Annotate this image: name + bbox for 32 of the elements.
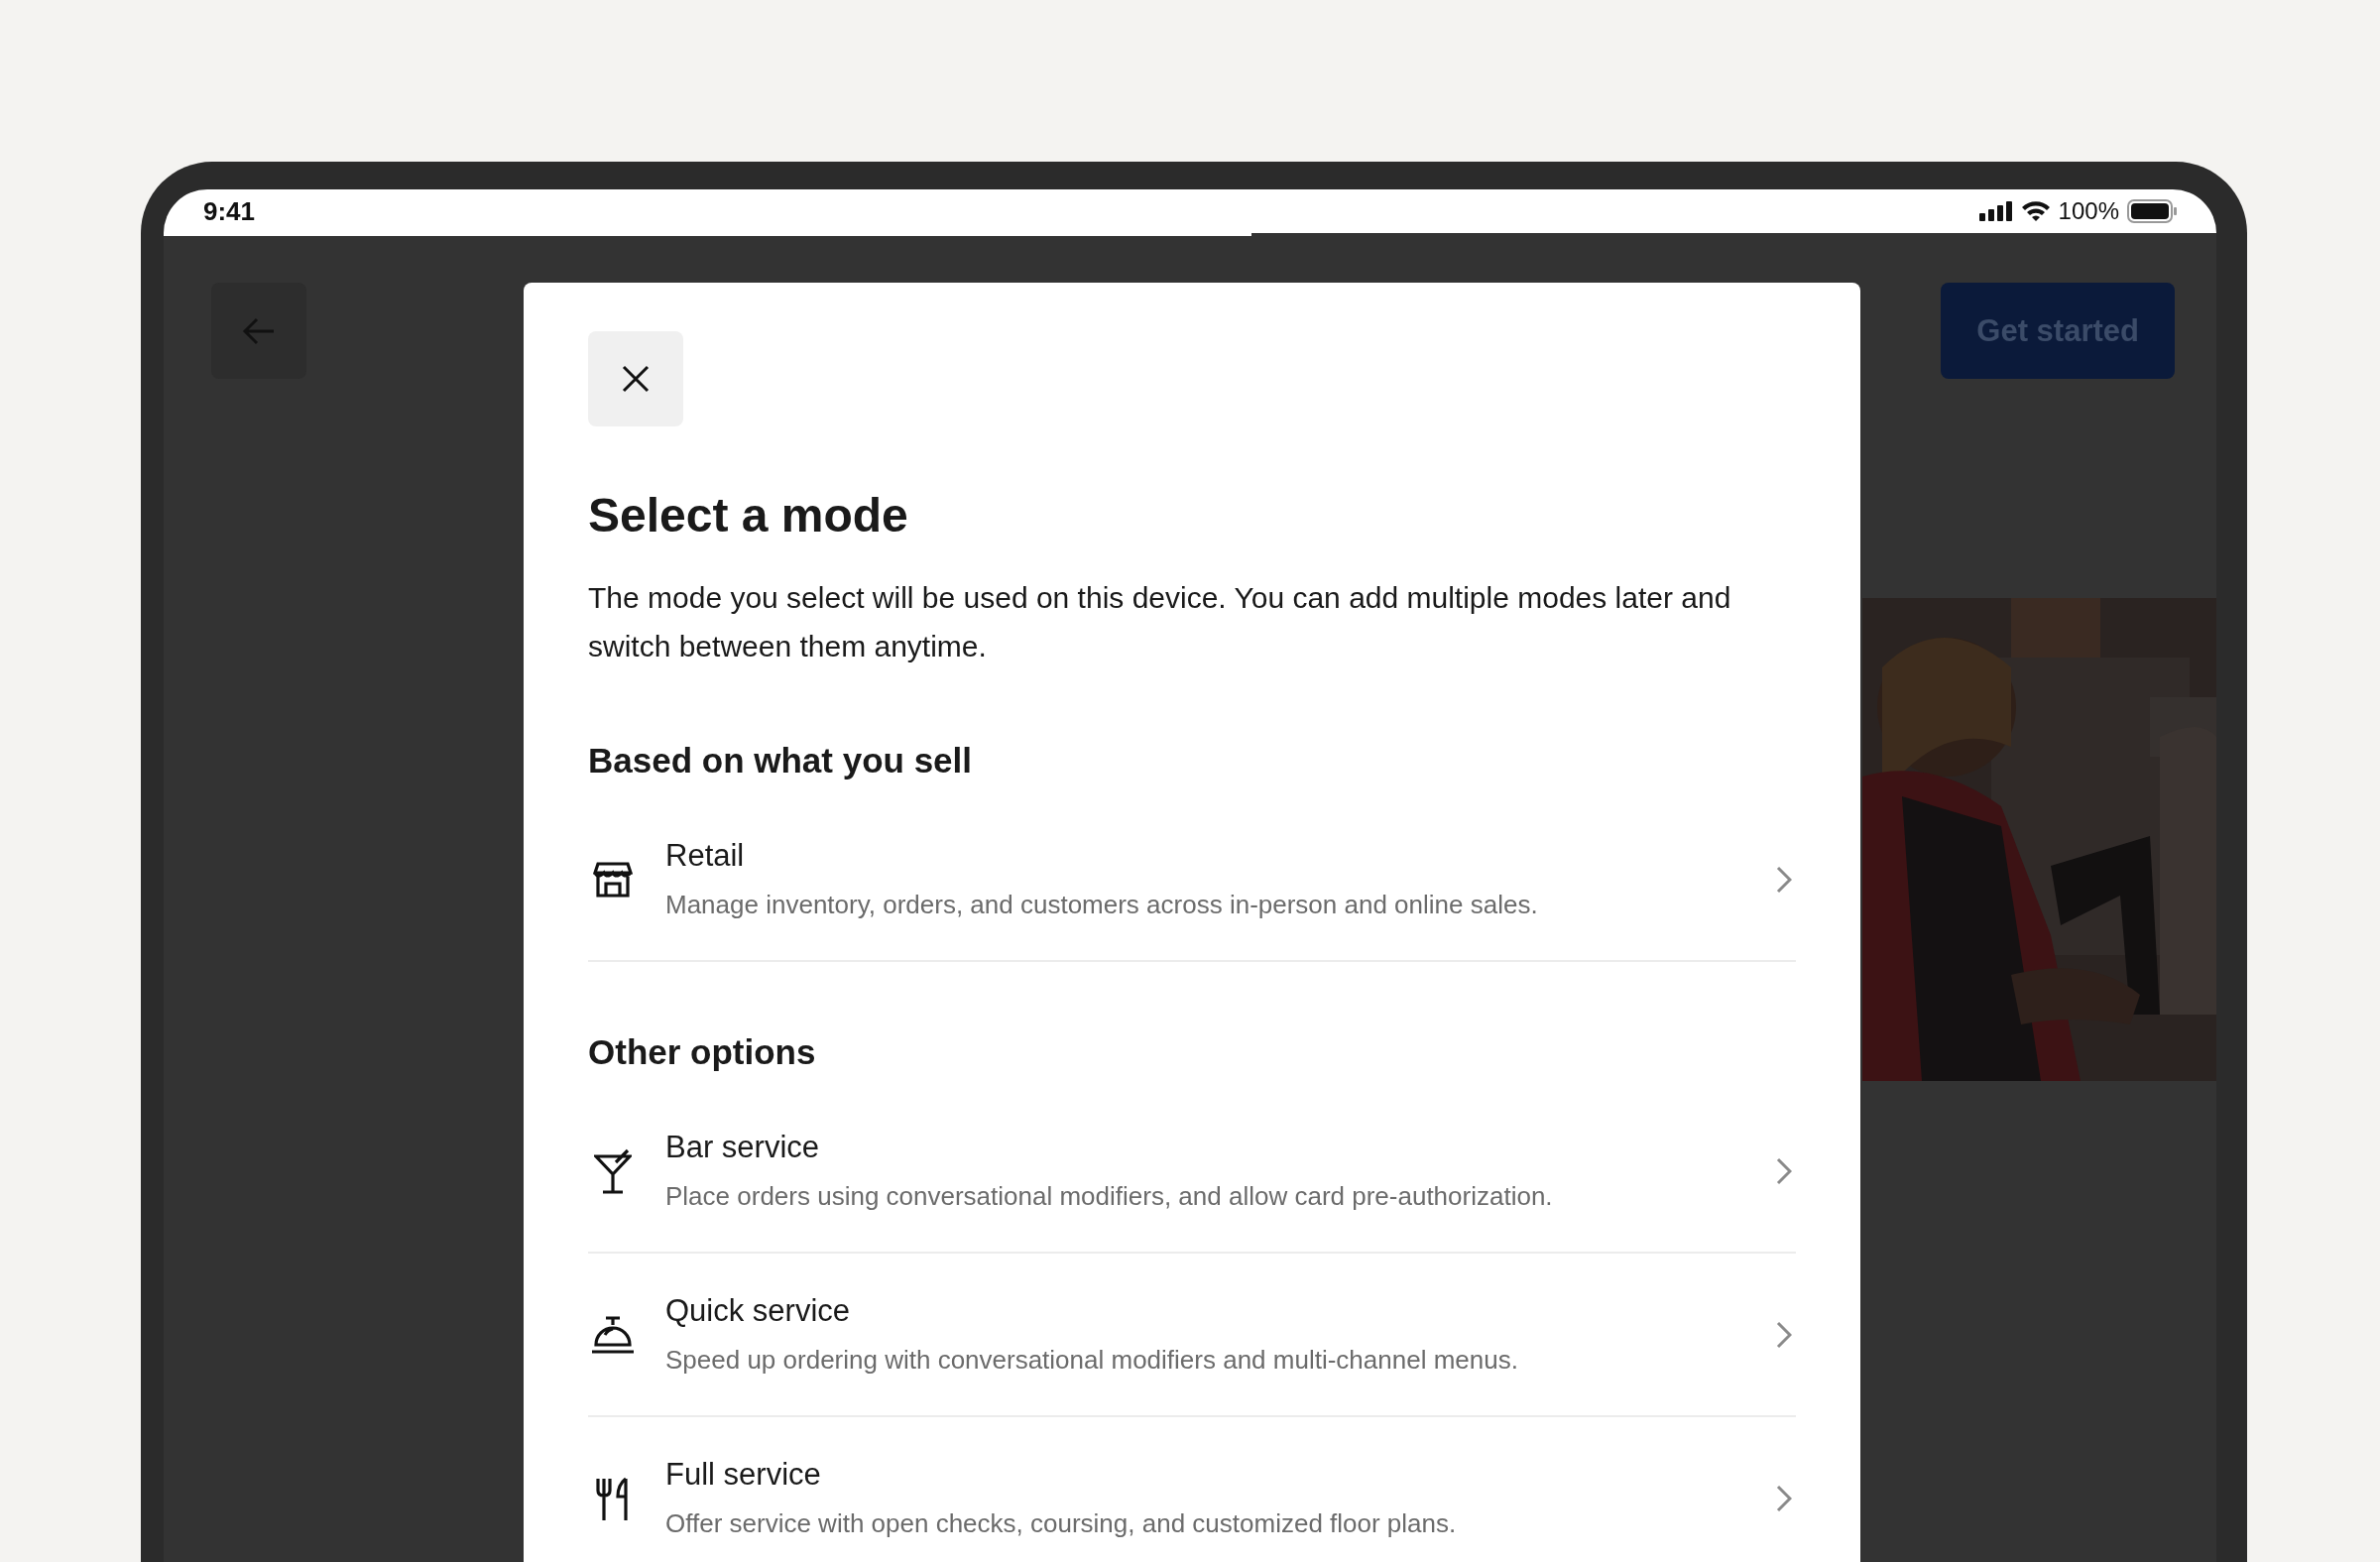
fork-knife-icon — [595, 1476, 631, 1520]
signal-icon — [1978, 201, 2013, 221]
option-title: Quick service — [665, 1291, 852, 1330]
cocktail-glass-icon — [594, 1147, 632, 1194]
option-description: Offer service with open checks, coursing, and customized floor plans. — [665, 1506, 1458, 1540]
storefront-icon — [593, 861, 633, 898]
wifi-icon — [2020, 200, 2051, 222]
status-time: 9:41 — [203, 195, 256, 227]
close-icon — [622, 365, 650, 393]
option-description: Manage inventory, orders, and customers across in-person and online sales. — [665, 888, 1539, 921]
back-arrow-icon — [242, 315, 276, 346]
chevron-right-icon — [1776, 1484, 1792, 1512]
dialog-title: Select a mode — [588, 488, 909, 543]
battery-icon — [2127, 199, 2177, 223]
battery-percent: 100% — [2058, 197, 2119, 225]
mode-option[interactable]: Bar service Place orders using conversational modifiers, and allow card pre-authorization. — [588, 1090, 1796, 1254]
mode-option[interactable]: Full service Offer service with open checks, coursing, and customized floor plans. — [588, 1417, 1796, 1562]
section-heading: Based on what you sell — [588, 740, 974, 781]
option-title: Bar service — [665, 1128, 821, 1166]
mode-option[interactable]: Quick service Speed up ordering with conversational modifiers and multi-channel menus. — [588, 1254, 1796, 1417]
dialog-description: The mode you select will be used on this device. You can add multiple modes later and switch between them anytime. — [588, 580, 1732, 664]
chevron-right-icon — [1776, 865, 1792, 894]
option-title: Retail — [665, 836, 746, 875]
option-description: Speed up ordering with conversational modifiers and multi-channel menus. — [665, 1343, 1519, 1377]
mode-option[interactable]: Retail Manage inventory, orders, and customers across in-person and online sales. — [588, 798, 1796, 962]
chevron-right-icon — [1776, 1320, 1792, 1349]
chevron-right-icon — [1776, 1156, 1792, 1185]
service-bell-icon — [591, 1314, 635, 1355]
option-description: Place orders using conversational modifiers, and allow card pre-authorization. — [665, 1179, 1554, 1213]
option-title: Full service — [665, 1455, 822, 1494]
close-button[interactable] — [588, 331, 683, 426]
section-heading: Other options — [588, 1031, 817, 1073]
